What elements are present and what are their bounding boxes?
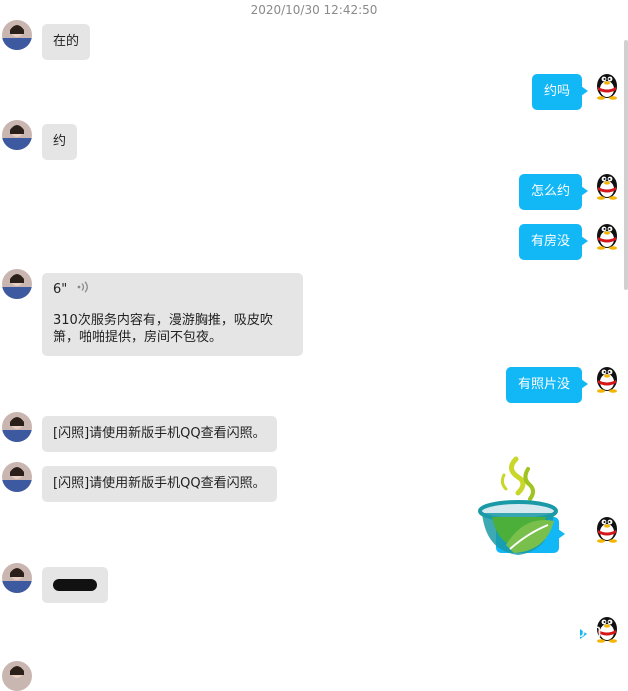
scrollbar-thumb[interactable] [624, 40, 628, 290]
self-avatar[interactable] [592, 170, 622, 200]
voice-message-bubble[interactable]: 6" 310次服务内容有，漫游胸推，吸皮吹箫，啪啪提供，房间不包夜。 [42, 273, 303, 356]
self-avatar[interactable] [592, 70, 622, 100]
flash-photo-message[interactable]: [闪照]请使用新版手机QQ查看闪照。 [42, 466, 277, 502]
self-avatar[interactable] [592, 363, 622, 393]
message-bubble-outgoing[interactable]: 约吗 [532, 74, 589, 110]
sound-waves-icon[interactable] [77, 281, 91, 298]
message-bubble-outgoing[interactable]: 怎么约 [519, 174, 589, 210]
contact-avatar-photo-icon [2, 462, 32, 492]
self-avatar[interactable] [592, 220, 622, 250]
contact-avatar-photo-icon [2, 20, 32, 50]
contact-avatar[interactable] [2, 412, 32, 442]
qq-penguin-icon [597, 367, 617, 393]
message-timestamp: 2020/10/30 12:42:50 [250, 3, 378, 17]
message-bubble-incoming[interactable]: 约 [42, 124, 78, 160]
qq-penguin-icon [597, 224, 617, 250]
qq-penguin-icon [597, 174, 617, 200]
contact-avatar-photo-icon [2, 661, 32, 691]
message-bubble-outgoing[interactable]: 有房没 [519, 224, 589, 260]
qq-penguin-icon [597, 74, 617, 100]
contact-avatar[interactable] [2, 269, 32, 299]
message-bubble-outgoing[interactable]: 有照片没 [506, 367, 589, 403]
voice-transcript: 310次服务内容有，漫游胸推，吸皮吹箫，啪啪提供，房间不包夜。 [53, 313, 273, 345]
voice-duration: 6" [53, 282, 68, 297]
redacted-message-bubble[interactable] [42, 567, 108, 603]
tea-cup-logo-icon [476, 455, 562, 567]
contact-avatar[interactable] [2, 462, 32, 492]
contact-avatar-photo-icon [2, 269, 32, 299]
self-avatar[interactable] [592, 513, 622, 543]
contact-avatar-photo-icon [2, 563, 32, 593]
contact-avatar[interactable] [2, 661, 32, 691]
redacted-content [53, 578, 97, 591]
contact-avatar[interactable] [2, 120, 32, 150]
message-bubble-incoming[interactable]: 在的 [42, 24, 91, 60]
contact-avatar[interactable] [2, 563, 32, 593]
qq-penguin-icon [597, 517, 617, 543]
flash-photo-message[interactable]: [闪照]请使用新版手机QQ查看闪照。 [42, 416, 277, 452]
contact-avatar-photo-icon [2, 412, 32, 442]
contact-avatar[interactable] [2, 20, 32, 50]
contact-avatar-photo-icon [2, 120, 32, 150]
watermark-text: www.cpxlf.com [470, 621, 603, 642]
